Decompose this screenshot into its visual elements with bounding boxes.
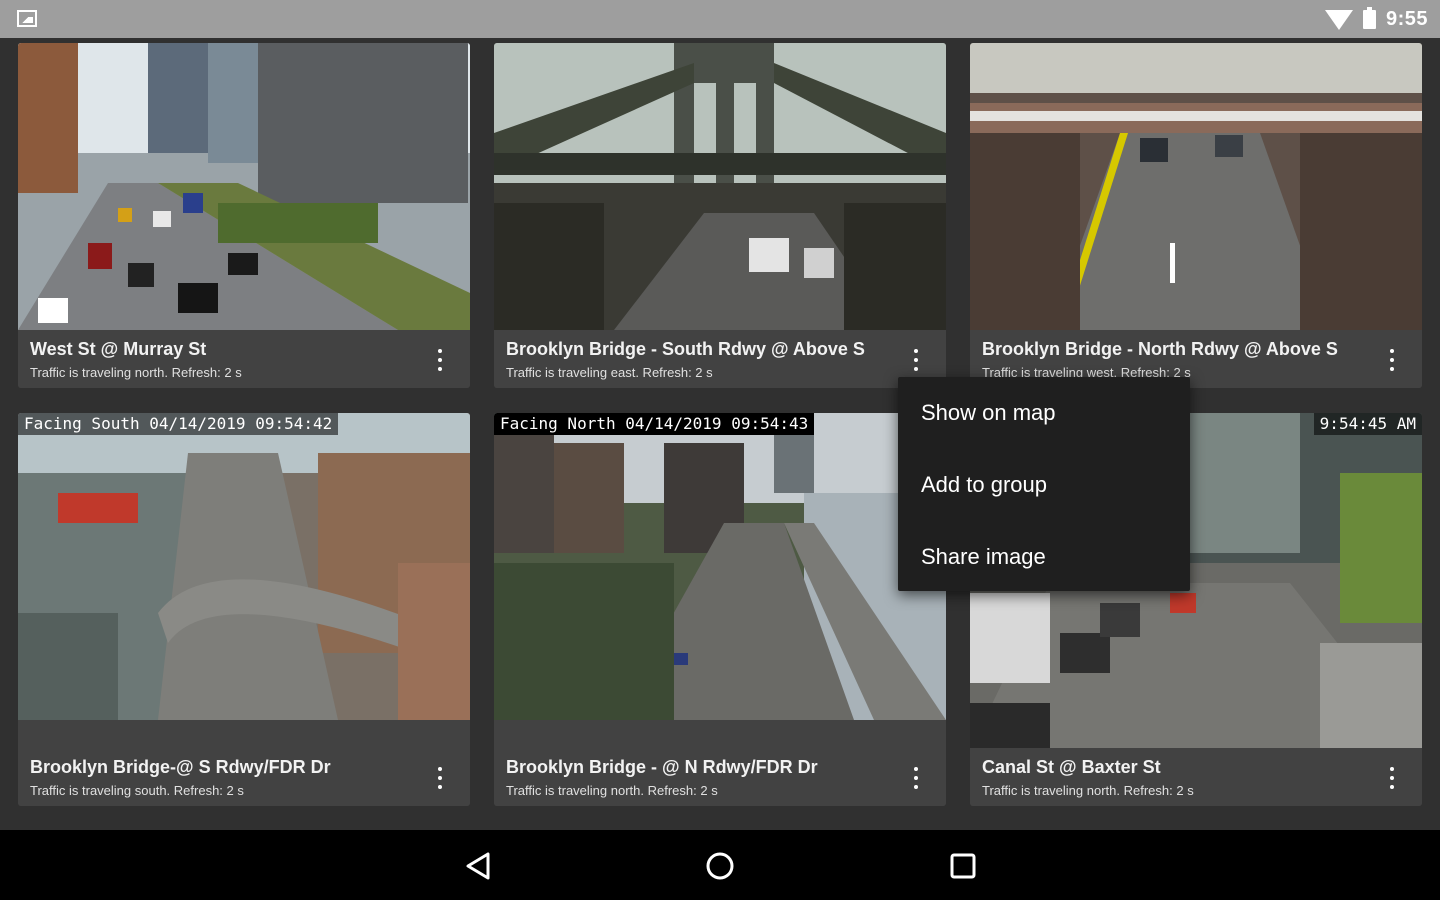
camera-scene xyxy=(18,43,470,330)
camera-title: Brooklyn Bridge - @ N Rdwy/FDR Dr xyxy=(506,757,818,777)
camera-timestamp-overlay: Facing South 04/14/2019 09:54:42 xyxy=(18,413,339,435)
camera-title: West St @ Murray St xyxy=(30,339,207,359)
camera-scene xyxy=(494,413,946,720)
camera-title: Brooklyn Bridge - North Rdwy @ Above S xyxy=(982,339,1338,359)
back-icon[interactable] xyxy=(462,850,494,882)
camera-image[interactable]: Facing South 04/14/2019 09:54:42 xyxy=(18,413,470,720)
camera-subtitle: Traffic is traveling north. Refresh: 2 s xyxy=(982,783,1194,798)
overflow-menu-button[interactable] xyxy=(428,346,452,374)
camera-card[interactable]: Facing South 04/14/2019 09:54:42 Brookly… xyxy=(18,413,470,806)
camera-footer: West St @ Murray St Traffic is traveling… xyxy=(18,330,470,388)
camera-scene xyxy=(494,43,946,330)
camera-footer: Brooklyn Bridge - @ N Rdwy/FDR Dr Traffi… xyxy=(494,748,946,806)
navigation-bar xyxy=(0,830,1440,900)
battery-icon xyxy=(1362,6,1376,29)
camera-footer: Brooklyn Bridge - South Rdwy @ Above S T… xyxy=(494,330,946,388)
camera-timestamp-overlay: 9:54:45 AM xyxy=(1313,413,1422,435)
camera-card[interactable]: Brooklyn Bridge - South Rdwy @ Above S T… xyxy=(494,43,946,388)
overflow-menu-button[interactable] xyxy=(1380,764,1404,792)
image-notification-icon xyxy=(17,10,37,27)
camera-card[interactable]: West St @ Murray St Traffic is traveling… xyxy=(18,43,470,388)
camera-timestamp-overlay: Facing North 04/14/2019 09:54:43 xyxy=(494,413,815,435)
camera-title: Brooklyn Bridge-@ S Rdwy/FDR Dr xyxy=(30,757,331,777)
wifi-icon xyxy=(1324,10,1353,30)
status-icons: 9:55 xyxy=(1324,0,1428,38)
menu-item-share-image[interactable]: Share image xyxy=(898,521,1190,593)
overflow-menu-button[interactable] xyxy=(904,346,928,374)
camera-subtitle: Traffic is traveling south. Refresh: 2 s xyxy=(30,783,244,798)
menu-item-show-on-map[interactable]: Show on map xyxy=(898,377,1190,449)
overflow-menu-button[interactable] xyxy=(1380,346,1404,374)
overflow-menu-button[interactable] xyxy=(428,764,452,792)
recents-icon[interactable] xyxy=(947,850,979,882)
camera-title: Brooklyn Bridge - South Rdwy @ Above S xyxy=(506,339,865,359)
clock: 9:55 xyxy=(1385,7,1428,30)
camera-subtitle: Traffic is traveling north. Refresh: 2 s xyxy=(30,365,242,380)
status-bar: 9:55 xyxy=(0,0,1440,38)
overflow-menu-button[interactable] xyxy=(904,764,928,792)
camera-image[interactable] xyxy=(970,43,1422,330)
camera-scene xyxy=(970,43,1422,330)
camera-footer: Brooklyn Bridge-@ S Rdwy/FDR Dr Traffic … xyxy=(18,748,470,806)
camera-subtitle: Traffic is traveling north. Refresh: 2 s xyxy=(506,783,718,798)
camera-image[interactable] xyxy=(494,43,946,330)
popup-menu: Show on map Add to group Share image xyxy=(898,377,1190,591)
camera-scene xyxy=(18,413,470,720)
camera-footer: Canal St @ Baxter St Traffic is travelin… xyxy=(970,748,1422,806)
camera-card[interactable]: Brooklyn Bridge - North Rdwy @ Above S T… xyxy=(970,43,1422,388)
camera-image[interactable]: Facing North 04/14/2019 09:54:43 xyxy=(494,413,946,720)
camera-image[interactable] xyxy=(18,43,470,330)
camera-subtitle: Traffic is traveling east. Refresh: 2 s xyxy=(506,365,713,380)
home-icon[interactable] xyxy=(704,850,736,882)
camera-card[interactable]: Facing North 04/14/2019 09:54:43 Brookly… xyxy=(494,413,946,806)
menu-item-add-to-group[interactable]: Add to group xyxy=(898,449,1190,521)
camera-title: Canal St @ Baxter St xyxy=(982,757,1161,777)
